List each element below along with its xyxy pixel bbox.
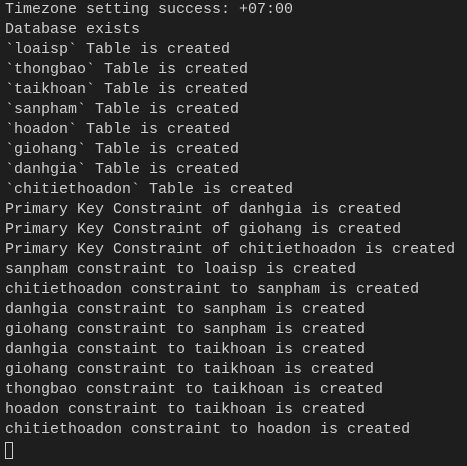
cursor: [5, 442, 13, 459]
output-line: hoadon constraint to taikhoan is created: [5, 401, 366, 418]
output-line: thongbao constraint to taikhoan is creat…: [5, 381, 384, 398]
output-line: giohang constraint to taikhoan is create…: [5, 361, 375, 378]
output-line: `danhgia` Table is created: [5, 161, 240, 178]
output-line: danhgia constaint to taikhoan is created: [5, 341, 366, 358]
output-line: `chitiethoadon` Table is created: [5, 181, 294, 198]
prompt-line[interactable]: [5, 440, 467, 460]
output-line: `taikhoan` Table is created: [5, 81, 249, 98]
output-line: `loaisp` Table is created: [5, 41, 231, 58]
output-line: Primary Key Constraint of giohang is cre…: [5, 221, 402, 238]
output-line: chitiethoadon constraint to sanpham is c…: [5, 281, 420, 298]
output-line: `sanpham` Table is created: [5, 101, 240, 118]
output-line: danhgia constraint to sanpham is created: [5, 301, 366, 318]
output-line: `giohang` Table is created: [5, 141, 240, 158]
output-line: Primary Key Constraint of danhgia is cre…: [5, 201, 402, 218]
output-line: sanpham constraint to loaisp is created: [5, 261, 357, 278]
output-line: Timezone setting success: +07:00: [5, 1, 294, 18]
output-line: Database exists: [5, 21, 141, 38]
output-line: `thongbao` Table is created: [5, 61, 249, 78]
output-line: giohang constraint to sanpham is created: [5, 321, 366, 338]
output-line: chitiethoadon constraint to hoadon is cr…: [5, 421, 411, 438]
output-line: Primary Key Constraint of chitiethoadon …: [5, 241, 456, 258]
output-line: `hoadon` Table is created: [5, 121, 231, 138]
terminal-output[interactable]: Timezone setting success: +07:00 Database…: [0, 0, 467, 460]
